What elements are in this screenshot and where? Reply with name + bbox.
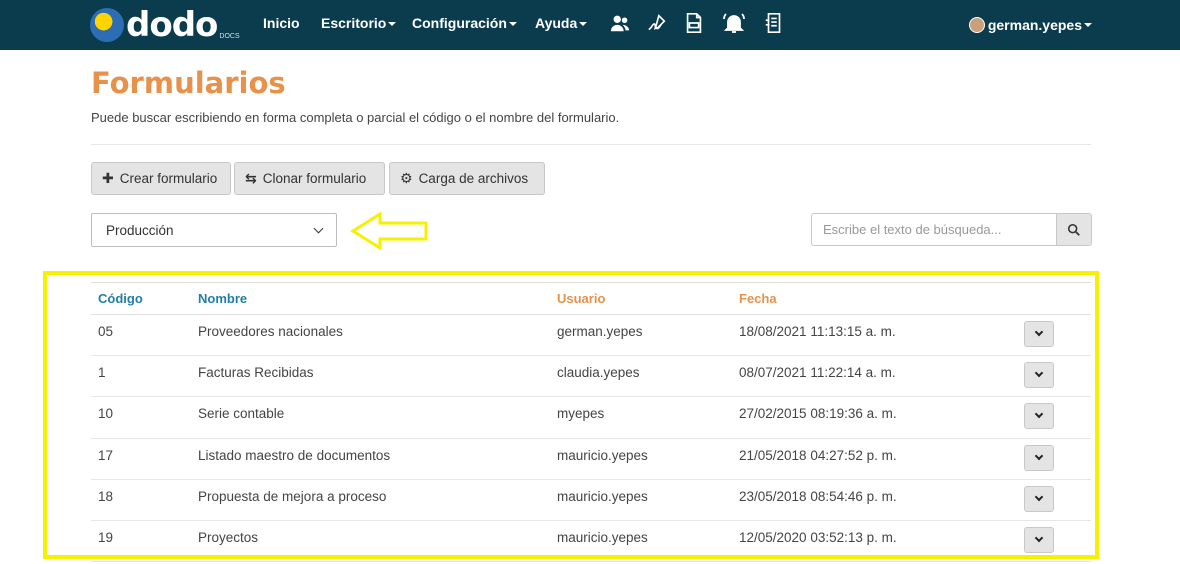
cell-name: Proveedores nacionales [198, 324, 343, 339]
row-actions-button[interactable] [1024, 526, 1054, 553]
cell-date: 12/05/2020 03:52:13 p. m. [739, 529, 897, 545]
nav-configuracion-label: Configuración [412, 15, 507, 31]
logo-text: dodo [126, 5, 218, 45]
cell-name: Serie contable [198, 406, 285, 422]
cell-code: 19 [98, 529, 114, 545]
signature-icon[interactable] [645, 10, 669, 36]
forms-table: Código Nombre Usuario Fecha 05 Proveedor… [91, 282, 1091, 563]
cell-code: 18 [98, 488, 114, 504]
avatar [968, 17, 985, 33]
cell-user: mauricio.yepes [557, 447, 648, 463]
chevron-down-icon [1034, 451, 1044, 460]
row-actions-button[interactable] [1024, 444, 1054, 471]
chevron-down-icon [1034, 492, 1044, 501]
caret-down-icon [388, 22, 397, 27]
nav-inicio[interactable]: Inicio [263, 0, 300, 50]
app-logo[interactable]: dodo DOCS [90, 4, 240, 46]
header-user[interactable]: Usuario [557, 291, 605, 306]
chevron-down-icon [313, 223, 324, 233]
top-navbar: dodo DOCS Inicio Escritorio Configuració… [0, 0, 1180, 50]
process-select-value: Producción [106, 222, 174, 238]
cell-user: claudia.yepes [557, 365, 640, 381]
chevron-down-icon [1034, 410, 1044, 419]
cell-name: Propuesta de mejora a proceso [198, 488, 387, 504]
nav-escritorio-label: Escritorio [321, 15, 387, 31]
row-actions-button[interactable] [1024, 362, 1054, 389]
table-row: 05 Proveedores nacionales german.yepes 1… [91, 315, 1091, 357]
upload-files-label: Carga de archivos [418, 171, 529, 186]
annotation-arrow-icon [350, 212, 428, 250]
clone-form-label: Clonar formulario [262, 171, 367, 186]
retweet-icon: ⇆ [245, 170, 257, 186]
cell-name: Facturas Recibidas [198, 365, 314, 381]
table-header: Código Nombre Usuario Fecha [91, 283, 1091, 315]
table-row: 19 Proyectos mauricio.yepes 12/05/2020 0… [91, 521, 1091, 563]
nav-ayuda-label: Ayuda [535, 15, 578, 31]
caret-down-icon [1084, 23, 1092, 27]
table-row: 18 Propuesta de mejora a proceso maurici… [91, 480, 1091, 521]
cell-user: mauricio.yepes [557, 488, 648, 504]
cell-name: Proyectos [198, 529, 259, 545]
cell-date: 23/05/2018 08:54:46 p. m. [739, 488, 897, 504]
logo-subtext: DOCS [219, 33, 240, 40]
cell-date: 27/02/2015 08:19:36 a. m. [739, 406, 897, 422]
xlsx-file-icon[interactable] [682, 10, 706, 36]
cell-user: myepes [557, 406, 605, 422]
search-icon [1067, 223, 1080, 236]
nav-configuracion[interactable]: Configuración [412, 0, 517, 50]
logo-bird-icon [90, 8, 124, 42]
nav-ayuda[interactable]: Ayuda [535, 0, 588, 50]
plus-icon: ✚ [102, 170, 114, 186]
cell-date: 21/05/2018 04:27:52 p. m. [739, 447, 897, 463]
cell-user: mauricio.yepes [557, 529, 648, 545]
chevron-down-icon [1034, 368, 1044, 378]
page-title: Formularios [91, 66, 286, 100]
cell-name: Listado maestro de documentos [198, 447, 391, 463]
cell-code: 10 [98, 406, 114, 422]
cell-date: 08/07/2021 11:22:14 a. m. [739, 365, 896, 381]
clone-form-button[interactable]: ⇆ Clonar formulario [234, 162, 385, 195]
cell-code: 1 [98, 365, 106, 381]
chevron-down-icon [1034, 327, 1044, 337]
cell-user: german.yepes [557, 324, 643, 339]
header-name[interactable]: Nombre [198, 291, 247, 306]
gear-icon: ⚙ [400, 170, 413, 186]
table-row: 10 Serie contable myepes 27/02/2015 08:1… [91, 397, 1091, 439]
header-code[interactable]: Código [98, 291, 143, 306]
divider [91, 144, 1091, 145]
caret-down-icon [579, 22, 588, 27]
table-row: 17 Listado maestro de documentos maurici… [91, 439, 1091, 480]
search-input[interactable] [811, 213, 1057, 246]
search-button[interactable] [1056, 213, 1092, 246]
nav-inicio-label: Inicio [263, 15, 300, 31]
create-form-button[interactable]: ✚ Crear formulario [91, 162, 231, 195]
process-select[interactable]: Producción [91, 213, 337, 247]
bell-icon[interactable] [720, 10, 748, 36]
user-menu[interactable]: german.yepes [968, 0, 1092, 50]
row-actions-button[interactable] [1024, 485, 1054, 512]
users-icon[interactable] [608, 10, 632, 36]
row-actions-button[interactable] [1024, 321, 1054, 347]
nav-escritorio[interactable]: Escritorio [321, 0, 397, 50]
cell-code: 05 [98, 324, 114, 339]
cell-date: 18/08/2021 11:13:15 a. m. [739, 324, 896, 339]
chevron-down-icon [1034, 533, 1044, 543]
header-date[interactable]: Fecha [739, 291, 777, 306]
table-row: 1 Facturas Recibidas claudia.yepes 08/07… [91, 356, 1091, 398]
caret-down-icon [508, 22, 517, 27]
cell-code: 17 [98, 447, 114, 463]
create-form-label: Crear formulario [119, 171, 218, 186]
username: german.yepes [987, 17, 1082, 33]
row-actions-button[interactable] [1024, 403, 1054, 430]
upload-files-button[interactable]: ⚙ Carga de archivos [389, 162, 545, 195]
page-description: Puede buscar escribiendo en forma comple… [91, 110, 620, 125]
document-list-icon[interactable] [762, 10, 786, 36]
